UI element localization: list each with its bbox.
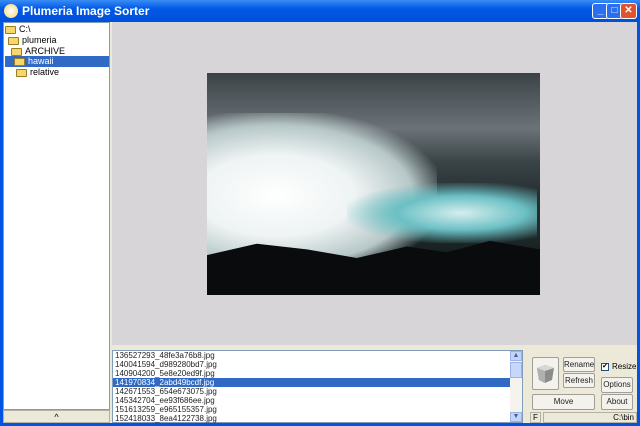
scroll-up-button[interactable]: ▲ — [510, 351, 522, 361]
folder-tree[interactable]: C:\ plumeria ARCHIVE hawaii relative — [3, 22, 110, 410]
rename-button[interactable]: Rename — [563, 357, 595, 372]
checkmark-icon: ✔ — [601, 362, 609, 371]
folder-icon — [16, 68, 27, 77]
file-list[interactable]: 136527293_48fe3a76b8.jpg 140041594_d98928… — [112, 350, 523, 423]
cube-icon — [537, 365, 554, 383]
file-list-item[interactable]: 140041594_d989280bd7.jpg — [113, 360, 522, 369]
close-button[interactable]: ✕ — [620, 3, 637, 19]
folder-open-icon — [14, 57, 25, 66]
move-button[interactable]: Move — [532, 394, 595, 410]
folder-open-icon — [5, 25, 16, 34]
status-path: C:\bin — [543, 412, 637, 423]
cube-button[interactable] — [532, 357, 559, 390]
resize-checkbox[interactable]: ✔ Resize — [601, 362, 636, 371]
title-bar: Plumeria Image Sorter _ □ ✕ — [0, 0, 640, 22]
file-list-item[interactable]: 151613259_e965155357.jpg — [113, 405, 522, 414]
file-list-item[interactable]: 152418033_8ea4122738.jpg — [113, 414, 522, 423]
file-list-item[interactable]: 136527293_48fe3a76b8.jpg — [113, 351, 522, 360]
image-preview-area — [112, 22, 637, 345]
collapse-tree-button[interactable]: ^ — [3, 410, 110, 423]
options-button[interactable]: Options — [601, 377, 633, 393]
status-left: F — [530, 412, 541, 423]
scroll-down-button[interactable]: ▼ — [510, 412, 522, 422]
file-list-item[interactable]: 141970834_2abd49bcdf.jpg — [113, 378, 522, 387]
file-list-item[interactable]: 140904200_5e8e20ed9f.jpg — [113, 369, 522, 378]
tree-node-relative[interactable]: relative — [16, 67, 59, 78]
window-title: Plumeria Image Sorter — [22, 4, 150, 18]
folder-open-icon — [8, 36, 19, 45]
file-list-item[interactable]: 145342704_ee93f686ee.jpg — [113, 396, 522, 405]
folder-open-icon — [11, 47, 22, 56]
about-button[interactable]: About — [601, 394, 633, 410]
tree-node-plumeria[interactable]: plumeria — [8, 35, 57, 46]
refresh-button[interactable]: Refresh — [563, 373, 595, 388]
file-list-item[interactable]: 142671553_654e673075.jpg — [113, 387, 522, 396]
preview-image — [207, 73, 540, 295]
file-list-scrollbar[interactable]: ▲ ▼ — [510, 351, 522, 422]
tree-node-hawaii[interactable]: hawaii — [5, 56, 109, 67]
scroll-thumb[interactable] — [510, 362, 522, 378]
tree-node-c[interactable]: C:\ — [5, 24, 31, 35]
app-icon — [4, 4, 18, 18]
